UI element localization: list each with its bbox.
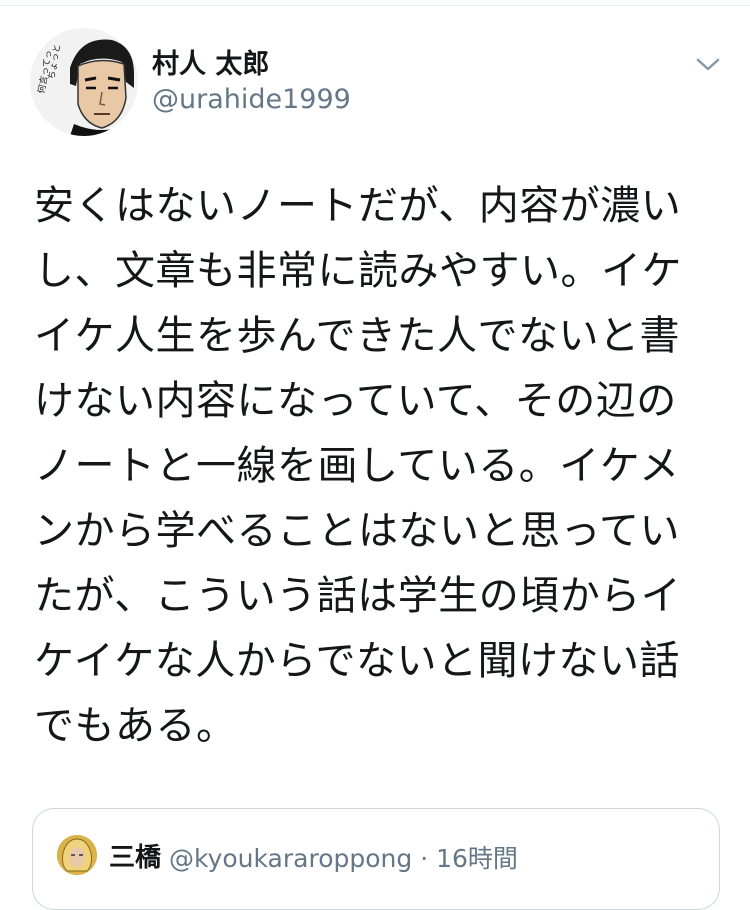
tweet-text-line: けない内容になっていて、その辺の — [34, 378, 677, 424]
quoted-author-handle-time[interactable]: @kyoukararoppong · 16時間 — [169, 839, 518, 875]
quoted-author-avatar[interactable] — [57, 835, 97, 875]
tweet-text-line: 安くはないノートだが、内容が濃い — [34, 183, 682, 229]
quoted-author-name[interactable]: 三橋 — [109, 837, 161, 874]
author-handle[interactable]: @urahide1999 — [152, 84, 351, 115]
tweet-text-line: たが、こういう話は学生の頃からイ — [34, 573, 682, 619]
quoted-avatar-illustration — [57, 835, 97, 875]
author-avatar[interactable]: ちょっと 何言ってっ — [30, 28, 138, 136]
tweet-text-line: イケ人生を歩んできた人でないと書 — [34, 313, 680, 359]
tweet-text: 安くはないノートだが、内容が濃い し、文章も非常に読みやすい。イケ イケ人生を歩… — [34, 174, 724, 759]
tweet-text-line: ンから学べることはないと思ってい — [34, 508, 680, 554]
avatar-illustration: ちょっと 何言ってっ — [30, 28, 138, 136]
tweet-text-line: でもある。 — [34, 703, 237, 749]
tweet-menu-button[interactable] — [692, 52, 724, 76]
tweet-text-line: ケイケな人からでないと聞けない話 — [34, 638, 680, 684]
quoted-tweet-card[interactable]: 三橋 @kyoukararoppong · 16時間 — [32, 808, 720, 910]
chevron-down-icon — [696, 58, 720, 71]
tweet-text-line: ノートと一線を画している。イケメ — [34, 443, 680, 489]
top-divider — [0, 0, 750, 6]
tweet-text-line: し、文章も非常に読みやすい。イケ — [34, 248, 682, 294]
author-display-name[interactable]: 村人 太郎 — [152, 42, 269, 81]
